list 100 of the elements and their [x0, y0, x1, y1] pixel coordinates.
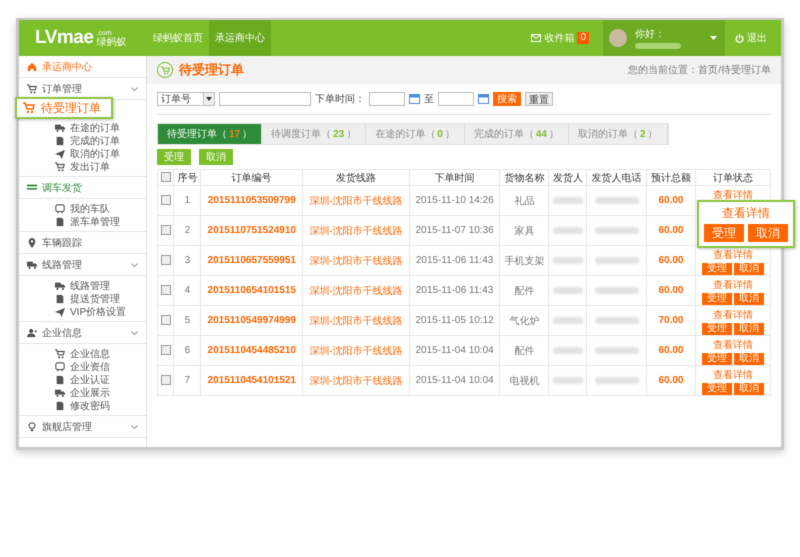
checkbox[interactable] [160, 255, 171, 266]
column-header: 订单编号 [200, 170, 303, 186]
view-details-link[interactable]: 查看详情 [712, 248, 753, 262]
checkbox[interactable] [160, 195, 171, 206]
checkbox[interactable] [160, 225, 171, 236]
row-action-button[interactable]: 受理 [702, 323, 732, 335]
blurred-text [552, 197, 583, 204]
submenu-item[interactable]: 取消的订单 [19, 147, 146, 160]
bulk-action-button[interactable]: 取消 [199, 149, 233, 165]
route-link[interactable]: 深圳-沈阳市干线线路 [302, 366, 410, 396]
calendar-icon[interactable] [478, 94, 489, 104]
chevron-icon[interactable] [131, 86, 138, 90]
table-cell: 4 [174, 276, 201, 306]
tab[interactable]: 在途的订单（ 0 ） [366, 124, 465, 144]
order-number-link[interactable]: 2015110751524910 [200, 216, 303, 246]
caret-icon[interactable] [710, 36, 717, 40]
menu-item[interactable]: 旗舰店管理 [19, 416, 146, 438]
row-action-button[interactable]: 取消 [734, 353, 764, 365]
checkbox[interactable] [160, 315, 171, 326]
date-input[interactable] [369, 92, 405, 106]
order-number-link[interactable]: 2015110654101515 [200, 276, 303, 306]
row-action-button[interactable]: 受理 [702, 353, 732, 365]
cart-icon [55, 162, 65, 172]
menu-item[interactable]: 车辆跟踪 [19, 232, 146, 254]
cart-icon [55, 348, 65, 358]
menu-item[interactable]: 线路管理 [19, 254, 146, 276]
view-details-link[interactable]: 查看详情 [712, 338, 753, 352]
row-action-button[interactable]: 受理 [702, 293, 732, 305]
search-input[interactable] [219, 92, 311, 106]
route-link[interactable]: 深圳-沈阳市干线线路 [302, 216, 410, 246]
submenu-item[interactable]: 提送货管理 [19, 292, 146, 305]
submenu-item[interactable]: 完成的订单 [19, 134, 146, 147]
view-details-link[interactable]: 查看详情 [712, 308, 753, 322]
order-number-link[interactable]: 2015110454485210 [200, 336, 303, 366]
route-link[interactable]: 深圳-沈阳市干线线路 [302, 336, 410, 366]
chevron-icon[interactable] [131, 262, 138, 266]
order-number-link[interactable]: 2015111053509799 [200, 186, 303, 216]
bulk-action-button[interactable]: 受理 [157, 149, 191, 165]
submenu-item[interactable]: 线路管理 [19, 279, 146, 292]
checkbox[interactable] [160, 375, 171, 386]
row-action-button[interactable]: 受理 [702, 383, 732, 395]
reset-button[interactable]: 重置 [525, 92, 553, 106]
date-input[interactable] [438, 92, 474, 106]
view-details-link[interactable]: 查看详情 [712, 278, 753, 292]
mail-icon[interactable] [531, 34, 542, 42]
nav-link[interactable]: 绿蚂蚁首页 [147, 20, 209, 56]
logout-link[interactable]: 退出 [747, 31, 767, 45]
pin-icon [27, 238, 37, 248]
submenu-item[interactable]: 企业资信 [19, 360, 146, 373]
submenu-item[interactable]: VIP价格设置 [19, 305, 146, 318]
row-action-button[interactable]: 取消 [734, 293, 764, 305]
order-number-link[interactable]: 2015110549974999 [200, 306, 303, 336]
chevron-icon[interactable] [131, 424, 138, 428]
tab[interactable]: 完成的订单（ 44 ） [464, 124, 569, 144]
row-action-button[interactable]: 取消 [734, 323, 764, 335]
checkbox[interactable] [160, 345, 171, 356]
submenu-item[interactable]: 企业信息 [19, 347, 146, 360]
nav-link[interactable]: 承运商中心 [209, 20, 271, 56]
menu-item[interactable]: 企业信息 [19, 322, 146, 344]
search-button[interactable]: 搜索 [493, 92, 521, 106]
calendar-icon[interactable] [409, 94, 420, 104]
order-number-link[interactable]: 2015110657559951 [200, 246, 303, 276]
tab[interactable]: 取消的订单（ 2 ） [568, 124, 668, 144]
view-details-link[interactable]: 查看详情 [712, 368, 753, 382]
dropdown-arrow-icon[interactable] [206, 97, 212, 101]
submenu-item[interactable]: 派车单管理 [19, 215, 146, 228]
menu-item[interactable]: 承运商中心 [19, 56, 146, 78]
row-action-button[interactable]: 取消 [734, 383, 764, 395]
menu-item[interactable]: 调车发货 [19, 177, 146, 199]
row-action-button[interactable]: 受理 [704, 224, 744, 242]
submenu-item[interactable]: 企业展示 [19, 386, 146, 399]
column-header: 下单时间 [409, 170, 500, 186]
inbox-link[interactable]: 收件箱 [544, 31, 574, 45]
tab[interactable]: 待调度订单（ 23 ） [262, 124, 366, 144]
route-link[interactable]: 深圳-沈阳市干线线路 [302, 186, 410, 216]
route-link[interactable]: 深圳-沈阳市干线线路 [302, 246, 410, 276]
submenu-item[interactable]: 企业认证 [19, 373, 146, 386]
chevron-icon[interactable] [131, 330, 138, 334]
tab[interactable]: 待受理订单（ 17 ） [158, 124, 262, 144]
blurred-text [552, 227, 583, 234]
table-cell: 家具 [500, 216, 549, 246]
power-icon[interactable] [735, 34, 744, 42]
column-header: 预计总额 [646, 170, 696, 186]
route-link[interactable]: 深圳-沈阳市干线线路 [302, 306, 410, 336]
table-cell: 60.00 [646, 336, 696, 366]
submenu-item[interactable]: 修改密码 [19, 399, 146, 412]
row-action-button[interactable]: 取消 [734, 263, 764, 275]
submenu-item[interactable]: 发出订单 [19, 160, 146, 173]
view-details-link[interactable]: 查看详情 [722, 205, 770, 222]
callout-menu-item[interactable]: 待受理订单 [15, 97, 113, 119]
checkbox[interactable] [160, 172, 171, 182]
checkbox[interactable] [160, 285, 171, 296]
table-cell: 5 [174, 306, 201, 336]
field-select[interactable]: 订单号 [157, 92, 215, 106]
submenu-item[interactable]: 在途的订单 [19, 121, 146, 134]
submenu-item[interactable]: 我的车队 [19, 202, 146, 215]
order-number-link[interactable]: 2015110454101521 [200, 366, 303, 396]
row-action-button[interactable]: 受理 [702, 263, 732, 275]
row-action-button[interactable]: 取消 [748, 224, 788, 242]
route-link[interactable]: 深圳-沈阳市干线线路 [302, 276, 410, 306]
